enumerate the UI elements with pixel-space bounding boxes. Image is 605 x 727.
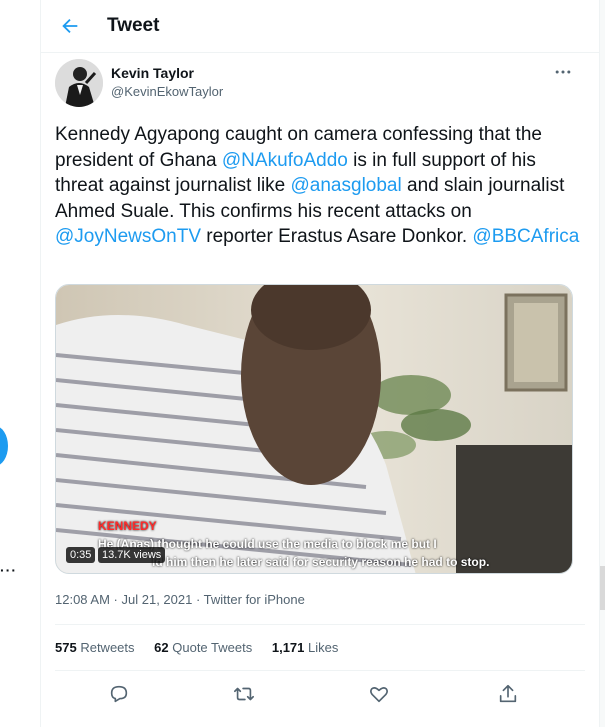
- retweets-stat[interactable]: 575 Retweets: [55, 640, 135, 655]
- meta-separator: ·: [109, 592, 122, 607]
- mention-link[interactable]: @JoyNewsOnTV: [55, 226, 201, 247]
- retweets-label: Retweets: [80, 640, 135, 655]
- retweet-icon[interactable]: [233, 683, 255, 705]
- left-menu-dots[interactable]: ···: [0, 562, 17, 578]
- tweet-text-part: reporter Erastus Asare Donkor.: [201, 226, 473, 248]
- mention-link[interactable]: @NAkufoAddo: [222, 150, 348, 171]
- mention-link[interactable]: @BBCAfrica: [472, 226, 579, 247]
- video-caption: KENNEDY He (Anas) thought he could use t…: [98, 517, 568, 571]
- tweet-source[interactable]: Twitter for iPhone: [204, 592, 305, 607]
- share-icon[interactable]: [497, 683, 519, 705]
- divider: [55, 624, 585, 625]
- likes-count: 1,171: [271, 640, 305, 655]
- scrollbar[interactable]: [600, 0, 605, 727]
- tweet-stats: 575 Retweets 62 Quote Tweets 1,171 Likes: [55, 640, 354, 655]
- mention-link[interactable]: @anasglobal: [291, 175, 402, 196]
- avatar[interactable]: [55, 59, 103, 107]
- more-horizontal-icon[interactable]: [553, 62, 573, 82]
- page-title: Tweet: [107, 15, 160, 36]
- tweet-actions: [41, 680, 599, 710]
- quote-tweets-stat[interactable]: 62 Quote Tweets: [154, 640, 252, 655]
- quote-tweets-label: Quote Tweets: [172, 640, 253, 655]
- video-player[interactable]: KENNEDY He (Anas) thought he could use t…: [55, 284, 573, 574]
- author-name[interactable]: Kevin Taylor: [111, 65, 194, 81]
- retweets-count: 575: [55, 640, 77, 655]
- tweet-date[interactable]: Jul 21, 2021: [122, 592, 193, 607]
- meta-separator: ·: [192, 592, 204, 607]
- caption-line: ld him then he later said for security r…: [152, 555, 490, 569]
- author-handle[interactable]: @KevinEkowTaylor: [111, 84, 223, 99]
- tweet-text: Kennedy Agyapong caught on camera confes…: [55, 122, 585, 250]
- quote-tweets-count: 62: [154, 640, 169, 655]
- compose-button-edge[interactable]: [0, 426, 8, 466]
- left-gutter: ···: [0, 0, 40, 727]
- caption-speaker: KENNEDY: [98, 519, 157, 533]
- video-views: 13.7K views: [98, 547, 166, 563]
- tweet-meta: 12:08 AM · Jul 21, 2021 · Twitter for iP…: [55, 592, 305, 607]
- profile-photo-icon: [55, 59, 103, 107]
- reply-icon[interactable]: [108, 683, 130, 705]
- tweet-column: Tweet Kevin Taylor @KevinEkowTaylor Kenn…: [40, 0, 600, 727]
- likes-stat[interactable]: 1,171 Likes: [272, 640, 339, 655]
- likes-label: Likes: [308, 640, 339, 655]
- header: Tweet: [41, 0, 599, 53]
- divider: [55, 670, 585, 671]
- video-duration: 0:35: [66, 547, 96, 563]
- scrollbar-thumb[interactable]: [600, 566, 605, 610]
- tweet-time[interactable]: 12:08 AM: [55, 592, 110, 607]
- heart-icon[interactable]: [368, 683, 390, 705]
- caption-line: He (Anas) thought he could use the media…: [98, 537, 437, 551]
- arrow-left-icon[interactable]: [59, 15, 81, 37]
